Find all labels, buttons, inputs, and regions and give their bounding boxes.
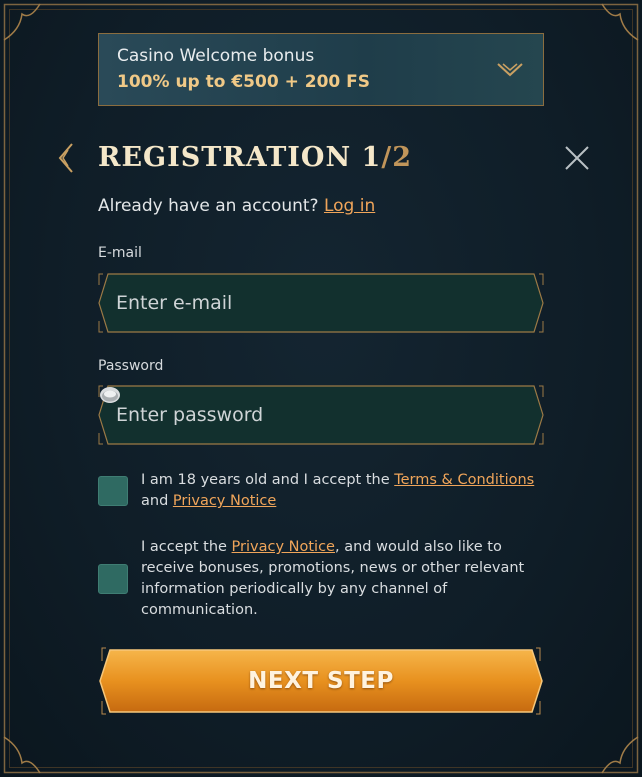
consent-age-checkbox[interactable]	[98, 476, 128, 506]
page-title: REGISTRATION 1/2	[98, 139, 412, 177]
email-field[interactable]	[98, 273, 544, 333]
consent-marketing-text: I accept the Privacy Notice, and would a…	[141, 537, 546, 621]
bonus-offer: 100% up to €500 + 200 FS	[117, 72, 371, 92]
email-label: E-mail	[98, 245, 142, 261]
terms-link[interactable]: Terms & Conditions	[394, 472, 534, 488]
password-label: Password	[98, 358, 164, 374]
login-prompt: Already have an account? Log in	[98, 196, 375, 216]
consent-marketing-checkbox[interactable]	[98, 564, 128, 594]
consent-marketing-row: I accept the Privacy Notice, and would a…	[98, 537, 544, 623]
login-link[interactable]: Log in	[324, 196, 375, 216]
consent-age-row: I am 18 years old and I accept the Terms…	[98, 470, 544, 514]
consent-age-text-start: I am 18 years old and I accept the	[141, 472, 395, 488]
title-step: REGISTRATION 1	[98, 142, 382, 173]
next-step-button[interactable]: NEXT STEP	[98, 647, 544, 715]
consent-marketing-text-start: I accept the	[141, 539, 232, 555]
chevron-left-icon[interactable]	[56, 142, 76, 174]
title-step-total: /2	[381, 142, 412, 173]
close-icon[interactable]	[562, 143, 592, 173]
password-field[interactable]	[98, 385, 544, 445]
consent-age-text: I am 18 years old and I accept the Terms…	[141, 470, 551, 512]
password-input[interactable]	[116, 397, 496, 433]
login-prompt-text: Already have an account?	[98, 196, 319, 216]
consent-age-text-and: and	[141, 493, 173, 509]
chevron-down-icon[interactable]	[497, 60, 523, 80]
next-step-label: NEXT STEP	[248, 668, 394, 694]
eye-icon[interactable]	[98, 385, 122, 405]
privacy-link-marketing[interactable]: Privacy Notice	[232, 539, 335, 555]
email-input[interactable]	[116, 285, 496, 321]
bonus-title: Casino Welcome bonus	[117, 46, 315, 66]
privacy-link-age[interactable]: Privacy Notice	[173, 493, 276, 509]
welcome-bonus-selector[interactable]: Casino Welcome bonus 100% up to €500 + 2…	[98, 33, 544, 106]
